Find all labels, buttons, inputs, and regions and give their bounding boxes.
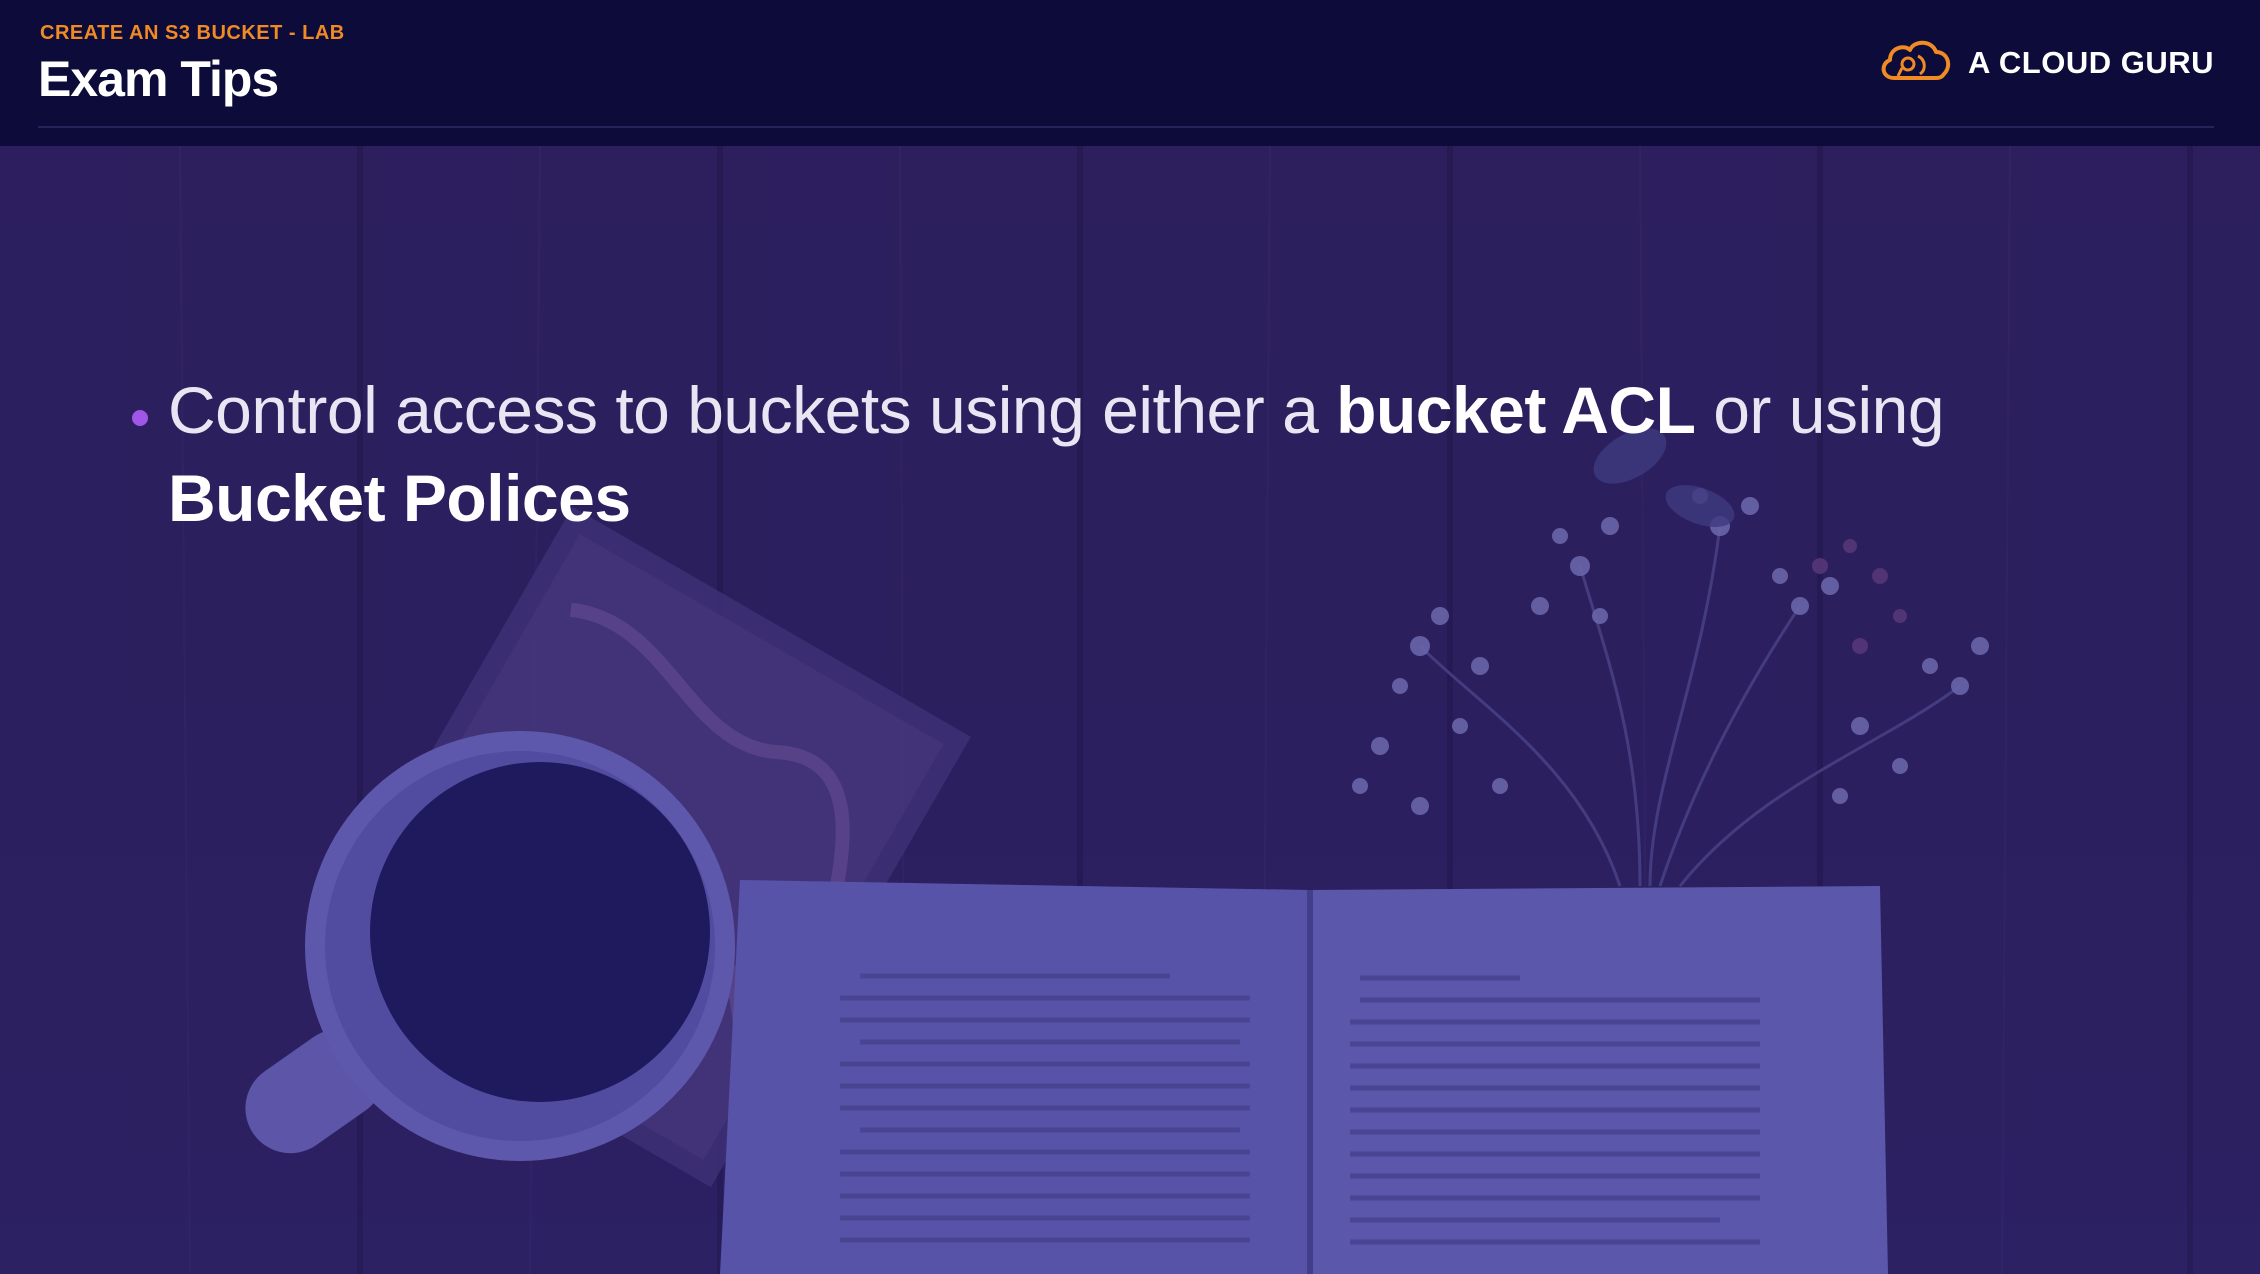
bullet-emphasis-policies: Bucket Polices [168,461,631,535]
bullet-middle: or using [1695,373,1945,447]
desk-scene-illustration [0,146,2260,1274]
cloud-guru-icon [1878,38,1954,89]
section-kicker: CREATE AN S3 BUCKET - LAB [40,22,345,44]
bullet-text: Control access to buckets using either a… [168,366,2152,542]
bullet-dot-icon [132,410,148,426]
header-divider [38,126,2214,128]
slide-title: Exam Tips [38,51,279,107]
bullet-item: Control access to buckets using either a… [132,366,2152,542]
brand-name: A CLOUD GURU [1968,45,2214,80]
slide-header: CREATE AN S3 BUCKET - LAB Exam Tips A CL… [0,0,2260,146]
bullet-prefix: Control access to buckets using either a [168,373,1337,447]
brand-logo: A CLOUD GURU [1878,38,2214,88]
background-photo: Control access to buckets using either a… [0,146,2260,1274]
bullet-emphasis-acl: bucket ACL [1336,373,1696,447]
